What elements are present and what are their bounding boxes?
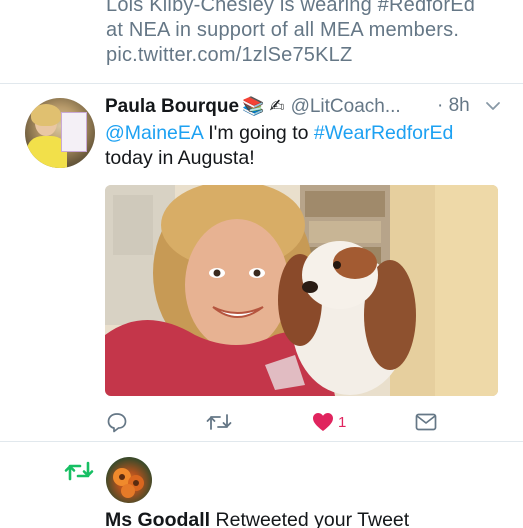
retweeter-avatar[interactable] xyxy=(106,457,152,503)
like-button[interactable]: 1 xyxy=(312,408,346,436)
retweeter-name[interactable]: Ms Goodall xyxy=(105,509,210,528)
tweet-header: Paula Bourque 📚 ✍ @LitCoach... · 8h xyxy=(105,94,510,118)
hashtag-link[interactable]: #WearRedforEd xyxy=(314,122,453,144)
reply-button[interactable] xyxy=(106,408,128,436)
retweet-button[interactable] xyxy=(206,408,232,436)
envelope-icon xyxy=(415,413,437,431)
user-handle[interactable]: @LitCoach... xyxy=(291,96,401,117)
retweet-action-text: Retweeted your Tweet xyxy=(210,509,410,528)
twitter-feed: Lois Kilby-Chesley is wearing #RedforEd … xyxy=(0,0,523,528)
tweet-photo[interactable] xyxy=(105,185,498,396)
display-name[interactable]: Paula Bourque xyxy=(105,96,239,117)
previous-tweet-line-2: at NEA in support of all MEA members. xyxy=(106,19,460,41)
tweet-text-end: today in Augusta! xyxy=(105,147,255,169)
tweet-actions: 1 xyxy=(0,408,523,436)
heart-icon xyxy=(313,413,333,431)
retweet-notification[interactable]: Ms Goodall Retweeted your Tweet xyxy=(105,508,409,528)
selfie-with-dog-image xyxy=(105,185,498,396)
like-count: 1 xyxy=(338,413,347,431)
name-emojis: 📚 ✍ xyxy=(242,96,285,116)
avatar[interactable] xyxy=(25,98,95,168)
timestamp[interactable]: · 8h xyxy=(437,94,470,118)
previous-tweet-link[interactable]: pic.twitter.com/1zlSe75KLZ xyxy=(106,43,516,68)
tweet-text: @MaineEA I'm going to #WearRedforEd toda… xyxy=(105,121,510,171)
chevron-down-icon[interactable] xyxy=(485,98,501,114)
reply-icon xyxy=(107,413,127,433)
tweet-divider xyxy=(0,441,523,442)
retweet-icon xyxy=(64,461,94,481)
retweet-icon xyxy=(206,414,232,430)
tweet-text-middle: I'm going to xyxy=(202,122,314,144)
previous-tweet-text[interactable]: Lois Kilby-Chesley is wearing #RedforEd … xyxy=(106,0,516,68)
tweet-divider xyxy=(0,83,523,84)
mention-link[interactable]: @MaineEA xyxy=(105,122,203,144)
direct-message-button[interactable] xyxy=(415,408,437,436)
previous-tweet-line-1: Lois Kilby-Chesley is wearing #RedforEd xyxy=(106,0,476,16)
